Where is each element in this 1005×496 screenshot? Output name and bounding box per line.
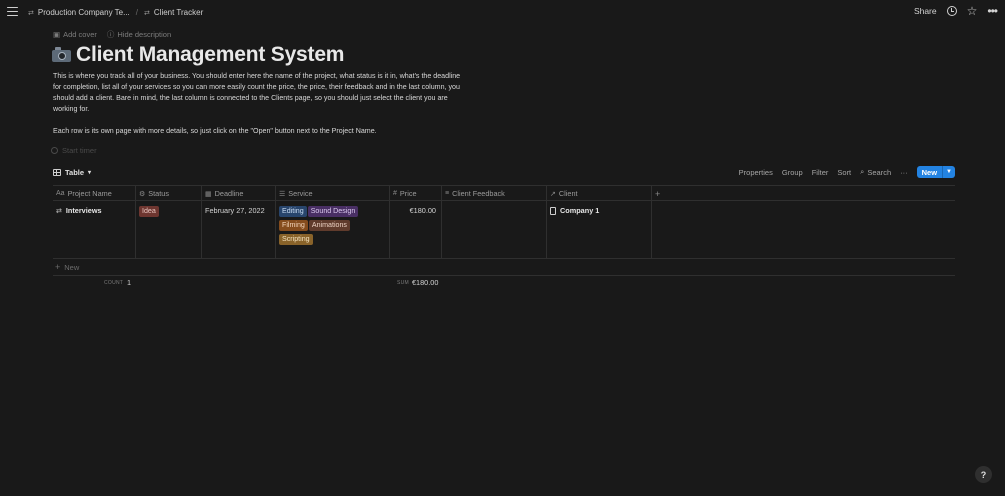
database-view-bar: Table ▾ Properties Group Filter Sort ⌕ S… bbox=[53, 166, 955, 180]
filter-button[interactable]: Filter bbox=[812, 168, 829, 177]
image-icon: ▣ bbox=[53, 30, 61, 39]
client-name[interactable]: Company 1 bbox=[560, 206, 599, 215]
column-header-label: Deadline bbox=[214, 189, 244, 198]
view-tab-label: Table bbox=[65, 168, 85, 177]
share-button[interactable]: Share bbox=[914, 6, 937, 16]
column-header-project-name[interactable]: Aa Project Name bbox=[53, 186, 136, 201]
page-link-icon: ⇄ bbox=[144, 9, 150, 17]
description-paragraph: This is where you track all of your busi… bbox=[53, 72, 461, 113]
table-row[interactable]: ⇄ Interviews Idea February 27, 2022 Edit… bbox=[53, 201, 955, 259]
more-view-options-icon[interactable]: ··· bbox=[900, 168, 908, 177]
help-button[interactable]: ? bbox=[975, 466, 992, 483]
cell-deadline[interactable]: February 27, 2022 bbox=[202, 201, 276, 258]
select-property-icon: ⚙ bbox=[139, 190, 146, 198]
info-icon: ⓘ bbox=[106, 30, 115, 39]
service-tag: Sound Design bbox=[307, 206, 359, 217]
timer-icon bbox=[51, 147, 58, 154]
column-header-label: Project Name bbox=[67, 189, 112, 198]
column-header-price[interactable]: # Price bbox=[390, 186, 442, 201]
service-tag: Filming bbox=[279, 220, 308, 231]
column-header-label: Client bbox=[558, 189, 578, 198]
document-icon bbox=[550, 206, 556, 215]
sort-button[interactable]: Sort bbox=[837, 168, 851, 177]
page-title[interactable]: Client Management System bbox=[76, 43, 344, 67]
sum-value: €180.00 bbox=[412, 278, 439, 287]
calendar-icon: ▦ bbox=[205, 190, 212, 198]
description-paragraph: Each row is its own page with more detai… bbox=[53, 127, 377, 135]
page-link-icon: ⇄ bbox=[56, 207, 62, 215]
view-tab-table[interactable]: Table ▾ bbox=[53, 168, 91, 177]
start-timer-button[interactable]: Start timer bbox=[51, 146, 97, 155]
more-options-icon[interactable]: ••• bbox=[987, 5, 998, 17]
count-label[interactable]: COUNT bbox=[104, 280, 123, 286]
database-table: Aa Project Name ⚙ Status ▦ Deadline ☰ Se… bbox=[53, 185, 955, 290]
search-label: Search bbox=[867, 167, 892, 177]
project-name: Interviews bbox=[65, 206, 102, 215]
menu-icon[interactable] bbox=[7, 7, 18, 17]
group-button[interactable]: Group bbox=[782, 168, 803, 177]
relation-arrow-icon: ↗ bbox=[550, 190, 556, 198]
calculation-row: COUNT 1 SUM €180.00 bbox=[53, 276, 955, 290]
table-icon bbox=[53, 169, 61, 176]
cell-project-name[interactable]: ⇄ Interviews bbox=[53, 201, 136, 258]
search-button[interactable]: ⌕ Search bbox=[860, 167, 891, 177]
add-cover-button[interactable]: ▣ Add cover bbox=[53, 29, 97, 40]
breadcrumb-separator: / bbox=[135, 8, 139, 17]
text-lines-icon: ≡ bbox=[445, 190, 450, 197]
breadcrumb-item-client-tracker[interactable]: ⇄ Client Tracker bbox=[144, 8, 203, 17]
hide-description-label: Hide description bbox=[117, 30, 172, 39]
multi-select-icon: ☰ bbox=[279, 190, 286, 198]
add-cover-label: Add cover bbox=[63, 30, 97, 39]
text-property-icon: Aa bbox=[56, 190, 65, 197]
breadcrumb-label: Production Company Te... bbox=[37, 8, 130, 17]
service-tag: Editing bbox=[279, 206, 307, 217]
price-value: €180.00 bbox=[409, 206, 436, 215]
new-row-label: New bbox=[64, 262, 80, 272]
camera-icon[interactable] bbox=[52, 47, 71, 63]
top-bar: ⇄ Production Company Te... / ⇄ Client Tr… bbox=[0, 0, 1005, 26]
plus-icon: + bbox=[655, 188, 661, 199]
new-record-button[interactable]: New ▼ bbox=[916, 166, 955, 178]
cell-service[interactable]: Editing Sound Design Filming Animations … bbox=[276, 201, 390, 258]
service-tag: Scripting bbox=[279, 234, 313, 245]
chevron-down-icon[interactable]: ▼ bbox=[942, 166, 955, 178]
plus-icon: + bbox=[55, 262, 61, 272]
count-value: 1 bbox=[127, 278, 132, 287]
search-icon: ⌕ bbox=[860, 167, 865, 176]
cell-empty bbox=[652, 201, 666, 258]
cell-client[interactable]: Company 1 bbox=[547, 201, 652, 258]
favorite-star-icon[interactable]: ☆ bbox=[967, 5, 978, 17]
column-header-client-feedback[interactable]: ≡ Client Feedback bbox=[442, 186, 547, 201]
column-header-label: Status bbox=[148, 189, 169, 198]
cell-status[interactable]: Idea bbox=[136, 201, 202, 258]
properties-button[interactable]: Properties bbox=[739, 168, 773, 177]
breadcrumb-label: Client Tracker bbox=[153, 8, 204, 17]
column-header-deadline[interactable]: ▦ Deadline bbox=[202, 186, 276, 201]
cell-price[interactable]: €180.00 bbox=[390, 201, 442, 258]
column-header-label: Price bbox=[399, 189, 417, 198]
column-header-service[interactable]: ☰ Service bbox=[276, 186, 390, 201]
status-tag: Idea bbox=[139, 206, 159, 217]
number-property-icon: # bbox=[393, 190, 397, 197]
page-link-icon: ⇄ bbox=[28, 9, 34, 17]
add-column-button[interactable]: + bbox=[652, 186, 666, 201]
service-tag: Animations bbox=[308, 220, 350, 231]
page-description: This is where you track all of your busi… bbox=[53, 71, 463, 137]
breadcrumb: ⇄ Production Company Te... / ⇄ Client Tr… bbox=[28, 8, 203, 17]
sum-label[interactable]: SUM bbox=[397, 280, 409, 286]
start-timer-label: Start timer bbox=[62, 146, 97, 155]
table-header-row: Aa Project Name ⚙ Status ▦ Deadline ☰ Se… bbox=[53, 185, 955, 201]
column-header-label: Service bbox=[288, 189, 313, 198]
hide-description-button[interactable]: ⓘ Hide description bbox=[107, 29, 171, 40]
column-header-client[interactable]: ↗ Client bbox=[547, 186, 652, 201]
new-button-label: New bbox=[921, 167, 938, 177]
column-header-status[interactable]: ⚙ Status bbox=[136, 186, 202, 201]
cell-client-feedback[interactable] bbox=[442, 201, 547, 258]
chevron-down-icon: ▾ bbox=[88, 170, 92, 176]
column-header-label: Client Feedback bbox=[452, 189, 505, 198]
breadcrumb-item-workspace[interactable]: ⇄ Production Company Te... bbox=[28, 8, 130, 17]
updates-clock-icon[interactable] bbox=[946, 6, 957, 16]
add-row-button[interactable]: + New bbox=[53, 259, 955, 276]
deadline-value: February 27, 2022 bbox=[205, 206, 265, 215]
